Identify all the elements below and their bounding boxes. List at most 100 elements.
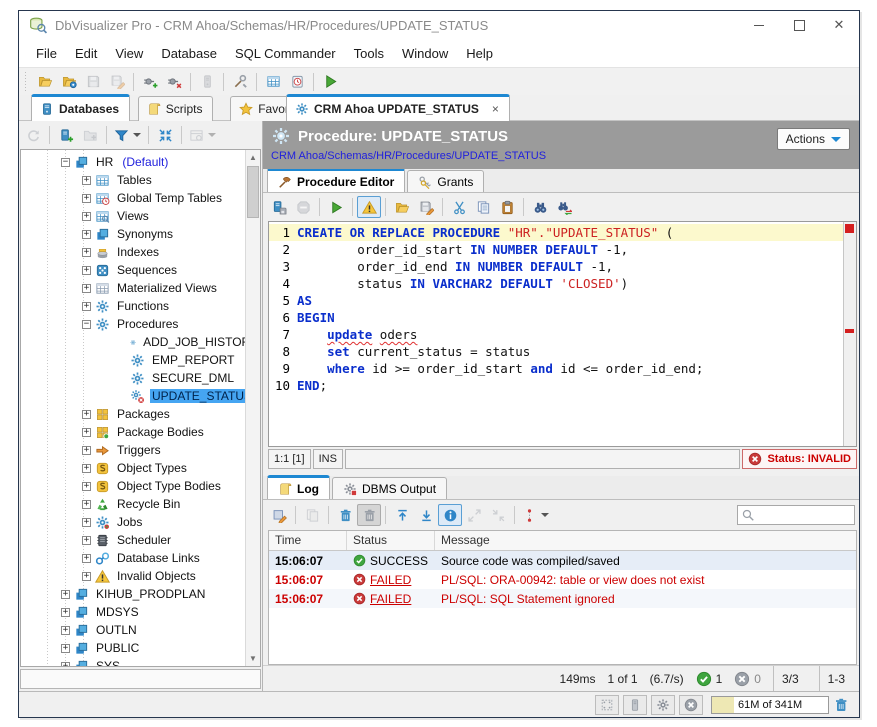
expand-twisty-icon[interactable]: + [82, 248, 91, 257]
tree-item-synonyms[interactable]: +Synonyms [21, 225, 260, 243]
menu-database[interactable]: Database [152, 43, 226, 64]
tree-item-views[interactable]: +Views [21, 207, 260, 225]
log-row[interactable]: 15:06:07FAILEDPL/SQL: ORA-00942: table o… [269, 570, 856, 589]
tab-close-icon[interactable]: × [492, 102, 499, 116]
sql-commander-button[interactable] [318, 71, 342, 93]
tab-object-crm-ahoa-update-status[interactable]: CRM Ahoa UPDATE_STATUS× [286, 94, 510, 121]
tree-item-functions[interactable]: +Functions [21, 297, 260, 315]
tree-item-scheduler[interactable]: +Scheduler [21, 531, 260, 549]
tab-databases[interactable]: Databases [31, 94, 130, 121]
settings-button[interactable] [651, 695, 675, 715]
tree-item-invalid-objects[interactable]: +Invalid Objects [21, 567, 260, 585]
actions-button[interactable]: Actions [777, 128, 850, 150]
filter-button[interactable] [111, 124, 144, 146]
menu-help[interactable]: Help [457, 43, 502, 64]
error-marker-line7[interactable] [845, 329, 854, 333]
expand-twisty-icon[interactable]: + [82, 518, 91, 527]
tree-item-packages[interactable]: +Packages [21, 405, 260, 423]
expand-twisty-icon[interactable]: + [82, 482, 91, 491]
execute-button[interactable] [324, 196, 348, 218]
open-bookmark-button[interactable] [57, 71, 81, 93]
tree-item-global-temp-tables[interactable]: +Global Temp Tables [21, 189, 260, 207]
expand-twisty-icon[interactable]: + [82, 266, 91, 275]
disconnect-button[interactable] [162, 71, 186, 93]
save-procedure-button[interactable] [267, 196, 291, 218]
log-row[interactable]: 15:06:07FAILEDPL/SQL: SQL Statement igno… [269, 589, 856, 608]
tree-item-package-bodies[interactable]: +Package Bodies [21, 423, 260, 441]
expand-twisty-icon[interactable]: + [82, 194, 91, 203]
tool-properties-button[interactable] [228, 71, 252, 93]
tree-scrollbar[interactable]: ▲ ▼ [245, 150, 260, 666]
column-header-time[interactable]: Time [269, 531, 347, 550]
expand-twisty-icon[interactable]: + [82, 428, 91, 437]
connect-button[interactable] [138, 71, 162, 93]
expand-twisty-icon[interactable]: + [82, 302, 91, 311]
save-to-file-button[interactable] [414, 196, 438, 218]
dropdown-caret-icon[interactable] [541, 513, 549, 521]
expand-twisty-icon[interactable]: + [82, 572, 91, 581]
show-info-button[interactable] [438, 504, 462, 526]
scroll-up-icon[interactable]: ▲ [246, 150, 260, 165]
log-row[interactable]: 15:06:07SUCCESSSource code was compiled/… [269, 551, 856, 570]
cut-button[interactable] [447, 196, 471, 218]
expand-twisty-icon[interactable]: + [82, 554, 91, 563]
editor-tab-procedure-editor[interactable]: Procedure Editor [267, 168, 405, 192]
open-file-button[interactable] [33, 71, 57, 93]
tree-item-sys[interactable]: +SYS [21, 657, 260, 667]
expand-twisty-icon[interactable]: + [61, 608, 70, 617]
database-tree[interactable]: ▲ ▼ −HR(Default)+Tables+Global Temp Tabl… [20, 149, 261, 667]
tail-log-button[interactable] [519, 504, 552, 526]
minimize-button[interactable] [739, 11, 779, 39]
tree-item-materialized-views[interactable]: +Materialized Views [21, 279, 260, 297]
tree-item-emp-report[interactable]: EMP_REPORT [21, 351, 260, 369]
toolbar-grip[interactable] [23, 72, 29, 92]
tree-item-secure-dml[interactable]: SECURE_DML [21, 369, 260, 387]
close-button[interactable]: ✕ [819, 11, 859, 39]
tree-item-triggers[interactable]: +Triggers [21, 441, 260, 459]
grid-window-button[interactable] [261, 71, 285, 93]
add-connection-button[interactable] [54, 124, 78, 146]
expand-twisty-icon[interactable]: + [82, 230, 91, 239]
collapse-twisty-icon[interactable]: − [82, 320, 91, 329]
tree-item-database-links[interactable]: +Database Links [21, 549, 260, 567]
tree-item-kihub-prodplan[interactable]: +KIHUB_PRODPLAN [21, 585, 260, 603]
layout-button[interactable] [595, 695, 619, 715]
menu-sql-commander[interactable]: SQL Commander [226, 43, 345, 64]
scroll-down-icon[interactable]: ▼ [246, 651, 260, 666]
column-header-message[interactable]: Message [435, 531, 856, 550]
expand-twisty-icon[interactable]: + [61, 644, 70, 653]
stop-all-button[interactable] [679, 695, 703, 715]
tree-item-update-status[interactable]: UPDATE_STATUS [21, 387, 260, 405]
tab-scripts[interactable]: Scripts [138, 96, 214, 121]
tree-item-sequences[interactable]: +Sequences [21, 261, 260, 279]
expand-twisty-icon[interactable]: + [61, 590, 70, 599]
tree-item-recycle-bin[interactable]: +Recycle Bin [21, 495, 260, 513]
tree-item-jobs[interactable]: +Jobs [21, 513, 260, 531]
insert-mode-indicator[interactable]: INS [313, 449, 343, 469]
expand-twisty-icon[interactable]: + [82, 212, 91, 221]
dropdown-caret-icon[interactable] [208, 133, 216, 141]
menu-tools[interactable]: Tools [345, 43, 393, 64]
find-replace-button[interactable] [552, 196, 576, 218]
show-errors-button[interactable] [357, 196, 381, 218]
clear-log-button[interactable] [333, 504, 357, 526]
expand-twisty-icon[interactable]: + [82, 176, 91, 185]
menu-window[interactable]: Window [393, 43, 457, 64]
find-button[interactable] [528, 196, 552, 218]
expand-twisty-icon[interactable]: + [82, 536, 91, 545]
expand-twisty-icon[interactable]: + [61, 662, 70, 668]
tree-item-mdsys[interactable]: +MDSYS [21, 603, 260, 621]
expand-twisty-icon[interactable]: + [61, 626, 70, 635]
dropdown-caret-icon[interactable] [133, 133, 141, 141]
scroll-to-bottom-button[interactable] [414, 504, 438, 526]
tree-item-object-types[interactable]: +Object Types [21, 459, 260, 477]
menu-edit[interactable]: Edit [66, 43, 106, 64]
memory-gauge[interactable]: 61M of 341M [711, 696, 829, 714]
expand-twisty-icon[interactable]: + [82, 500, 91, 509]
tree-item-hr[interactable]: −HR(Default) [21, 153, 260, 171]
task-monitor-button[interactable] [285, 71, 309, 93]
log-tab-dbms-output[interactable]: DBMS Output [332, 477, 447, 499]
tree-item-outln[interactable]: +OUTLN [21, 621, 260, 639]
collapse-twisty-icon[interactable]: − [61, 158, 70, 167]
tree-item-public[interactable]: +PUBLIC [21, 639, 260, 657]
